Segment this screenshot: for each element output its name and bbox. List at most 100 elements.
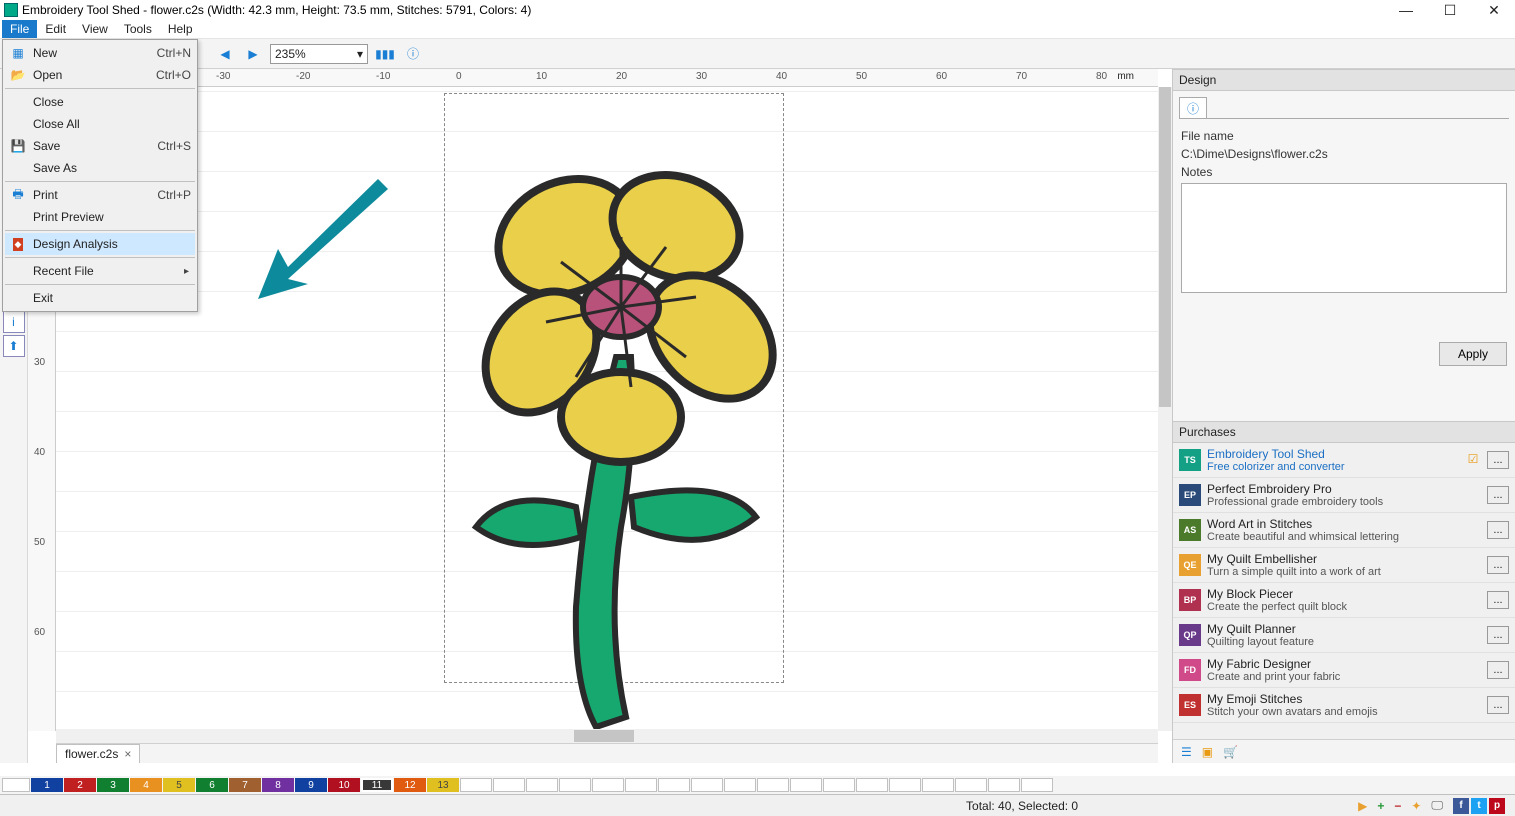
color-swatch-13[interactable]: 13 xyxy=(427,778,459,792)
dropdown-arrow-icon: ▾ xyxy=(357,47,363,61)
notes-label: Notes xyxy=(1181,165,1507,179)
zoom-select[interactable]: 235% ▾ xyxy=(270,44,368,64)
social-icons: f t p xyxy=(1453,798,1505,814)
menu-item-exit[interactable]: Exit xyxy=(5,287,195,309)
list-view-icon[interactable]: ☰ xyxy=(1181,745,1192,759)
next-button[interactable]: ▶ xyxy=(242,43,264,65)
design-canvas[interactable] xyxy=(56,87,1158,731)
title-bar: Embroidery Tool Shed - flower.c2s (Width… xyxy=(0,0,1515,20)
info-tool[interactable]: i xyxy=(3,311,25,333)
purchase-es[interactable]: ESMy Emoji StitchesStitch your own avata… xyxy=(1173,688,1515,723)
design-panel: ⓘ File name C:\Dime\Designs\flower.c2s N… xyxy=(1173,91,1515,421)
card-view-icon[interactable]: ▣ xyxy=(1202,745,1213,759)
menu-item-close-all[interactable]: Close All xyxy=(5,113,195,135)
purchase-bp[interactable]: BPMy Block PiecerCreate the perfect quil… xyxy=(1173,583,1515,618)
document-tab[interactable]: flower.c2s × xyxy=(56,744,140,763)
right-panel: Design ⓘ File name C:\Dime\Designs\flowe… xyxy=(1172,69,1515,763)
color-swatch-2[interactable]: 2 xyxy=(64,778,96,792)
close-tab-icon[interactable]: × xyxy=(124,747,131,761)
menu-item-print-preview[interactable]: Print Preview xyxy=(5,206,195,228)
slideshow-button[interactable]: ▮▮▮ xyxy=(374,43,396,65)
color-swatch-10[interactable]: 10 xyxy=(328,778,360,792)
export-tool[interactable]: ⬆ xyxy=(3,335,25,357)
ruler-unit: mm xyxy=(1117,71,1134,82)
purchase-ep[interactable]: EPPerfect Embroidery ProProfessional gra… xyxy=(1173,478,1515,513)
toolbar: ▦ 📂 💾 ↶ ↷ 📋 ◀ ▶ 235% ▾ ▮▮▮ ⓘ xyxy=(0,39,1515,69)
menu-item-recent-file[interactable]: Recent File▸ xyxy=(5,260,195,282)
prev-button[interactable]: ◀ xyxy=(214,43,236,65)
purchase-more-button[interactable]: ... xyxy=(1487,556,1509,574)
monitor-icon[interactable]: 🖵 xyxy=(1431,798,1443,813)
facebook-icon[interactable]: f xyxy=(1453,798,1469,814)
purchases-bottom-bar: ☰ ▣ 🛒 xyxy=(1173,739,1515,763)
color-swatch-11[interactable]: 11 xyxy=(361,778,393,792)
notes-input[interactable] xyxy=(1181,183,1507,293)
menu-item-open[interactable]: 📂OpenCtrl+O xyxy=(5,64,195,86)
purchase-more-button[interactable]: ... xyxy=(1487,696,1509,714)
status-bar: Total: 40, Selected: 0 ▶ + − ✦ 🖵 f t p xyxy=(0,794,1515,816)
menu-file[interactable]: File xyxy=(2,20,37,38)
purchase-ts[interactable]: TSEmbroidery Tool ShedFree colorizer and… xyxy=(1173,443,1515,478)
menu-edit[interactable]: Edit xyxy=(37,20,74,38)
purchase-as[interactable]: ASWord Art in StitchesCreate beautiful a… xyxy=(1173,513,1515,548)
purchase-more-button[interactable]: ... xyxy=(1487,591,1509,609)
design-panel-header: Design xyxy=(1173,69,1515,91)
window-title: Embroidery Tool Shed - flower.c2s (Width… xyxy=(22,3,1393,17)
info-tab[interactable]: ⓘ xyxy=(1179,97,1207,119)
maximize-button[interactable]: ☐ xyxy=(1437,2,1463,18)
document-tabs: flower.c2s × xyxy=(56,743,1158,763)
color-swatch-7[interactable]: 7 xyxy=(229,778,261,792)
scrollbar-horizontal[interactable] xyxy=(56,729,1158,743)
purchase-more-button[interactable]: ... xyxy=(1487,486,1509,504)
color-swatch-4[interactable]: 4 xyxy=(130,778,162,792)
status-total: Total: 40, Selected: 0 xyxy=(966,799,1078,813)
ruler-horizontal: mm -30-20-1001020304050607080 xyxy=(56,69,1158,87)
purchases-panel: TSEmbroidery Tool ShedFree colorizer and… xyxy=(1173,443,1515,739)
color-swatch-12[interactable]: 12 xyxy=(394,778,426,792)
color-swatch-3[interactable]: 3 xyxy=(97,778,129,792)
color-swatch-5[interactable]: 5 xyxy=(163,778,195,792)
remove-icon[interactable]: − xyxy=(1394,799,1401,813)
minimize-button[interactable]: — xyxy=(1393,2,1419,18)
add-icon[interactable]: + xyxy=(1377,799,1384,813)
apply-button[interactable]: Apply xyxy=(1439,342,1507,366)
menu-item-save[interactable]: 💾SaveCtrl+S xyxy=(5,135,195,157)
menu-item-design-analysis[interactable]: ◆Design Analysis xyxy=(5,233,195,255)
document-tab-label: flower.c2s xyxy=(65,747,118,761)
info-button[interactable]: ⓘ xyxy=(402,43,424,65)
purchase-fd[interactable]: FDMy Fabric DesignerCreate and print you… xyxy=(1173,653,1515,688)
nav-start-icon[interactable]: ▶ xyxy=(1358,799,1367,813)
embroidery-design[interactable] xyxy=(446,127,796,737)
canvas-area: mm -30-20-1001020304050607080 1020304050… xyxy=(28,69,1172,763)
color-swatch-6[interactable]: 6 xyxy=(196,778,228,792)
cart-icon[interactable]: 🛒 xyxy=(1223,745,1238,759)
purchase-more-button[interactable]: ... xyxy=(1487,451,1509,469)
menu-item-save-as[interactable]: Save As xyxy=(5,157,195,179)
file-menu-dropdown: ▦NewCtrl+N📂OpenCtrl+O CloseClose All💾Save… xyxy=(2,39,198,312)
purchase-qp[interactable]: QPMy Quilt PlannerQuilting layout featur… xyxy=(1173,618,1515,653)
close-button[interactable]: ✕ xyxy=(1481,2,1507,18)
purchase-more-button[interactable]: ... xyxy=(1487,661,1509,679)
twitter-icon[interactable]: t xyxy=(1471,798,1487,814)
app-icon xyxy=(4,3,18,17)
purchase-more-button[interactable]: ... xyxy=(1487,521,1509,539)
zoom-value: 235% xyxy=(275,47,306,61)
color-swatch-8[interactable]: 8 xyxy=(262,778,294,792)
purchase-more-button[interactable]: ... xyxy=(1487,626,1509,644)
filename-label: File name xyxy=(1181,129,1507,143)
menu-item-close[interactable]: Close xyxy=(5,91,195,113)
scrollbar-vertical[interactable] xyxy=(1158,87,1172,731)
pinterest-icon[interactable]: p xyxy=(1489,798,1505,814)
tool-icon[interactable]: ✦ xyxy=(1411,799,1421,813)
color-swatch-1[interactable]: 1 xyxy=(31,778,63,792)
menu-help[interactable]: Help xyxy=(160,20,201,38)
purchases-panel-header: Purchases xyxy=(1173,421,1515,443)
menu-view[interactable]: View xyxy=(74,20,116,38)
menu-item-print[interactable]: 🖶PrintCtrl+P xyxy=(5,184,195,206)
menu-item-new[interactable]: ▦NewCtrl+N xyxy=(5,42,195,64)
menu-tools[interactable]: Tools xyxy=(116,20,160,38)
color-swatch-9[interactable]: 9 xyxy=(295,778,327,792)
workspace: i ⬆ mm -30-20-1001020304050607080 102030… xyxy=(0,69,1515,763)
purchase-qe[interactable]: QEMy Quilt EmbellisherTurn a simple quil… xyxy=(1173,548,1515,583)
filename-value: C:\Dime\Designs\flower.c2s xyxy=(1181,147,1507,161)
